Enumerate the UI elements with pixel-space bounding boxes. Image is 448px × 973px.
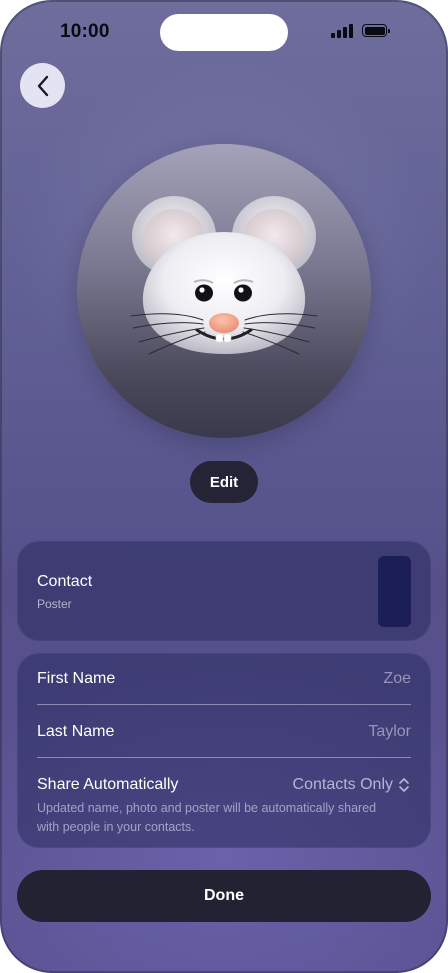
first-name-value[interactable]: Zoe — [383, 670, 411, 688]
phone-screen: 10:00 Edit Contact Poster First Name Zoe… — [0, 0, 448, 973]
last-name-value[interactable]: Taylor — [368, 723, 411, 741]
battery-icon — [362, 24, 390, 37]
mouse-memoji — [130, 196, 318, 355]
dynamic-island — [160, 14, 288, 51]
last-name-label: Last Name — [37, 723, 115, 740]
first-name-field[interactable]: First Name Zoe — [37, 653, 411, 705]
share-select[interactable]: Contacts Only — [293, 776, 411, 794]
share-label: Share Automatically — [37, 776, 179, 793]
status-bar: 10:00 — [0, 0, 448, 60]
back-button[interactable] — [20, 63, 65, 108]
name-fields-card: First Name Zoe Last Name Taylor Share Au… — [17, 653, 431, 848]
chevron-up-down-icon — [399, 778, 409, 792]
field-divider — [37, 704, 411, 705]
share-automatically-row: Share Automatically Contacts Only Update… — [37, 759, 411, 839]
done-button[interactable]: Done — [17, 870, 431, 922]
poster-thumbnail[interactable] — [378, 556, 411, 627]
contact-poster-card[interactable]: Contact Poster — [17, 541, 431, 641]
first-name-label: First Name — [37, 670, 116, 687]
poster-title: Contact — [37, 573, 93, 590]
poster-subtitle: Poster — [37, 597, 72, 611]
field-divider — [37, 757, 411, 758]
edit-button[interactable]: Edit — [190, 461, 258, 503]
chevron-left-icon — [37, 75, 48, 96]
last-name-field[interactable]: Last Name Taylor — [37, 706, 411, 758]
share-value: Contacts Only — [292, 776, 393, 793]
share-description: Updated name, photo and poster will be a… — [37, 801, 377, 834]
cellular-signal-icon — [331, 24, 355, 38]
status-time: 10:00 — [60, 21, 110, 42]
